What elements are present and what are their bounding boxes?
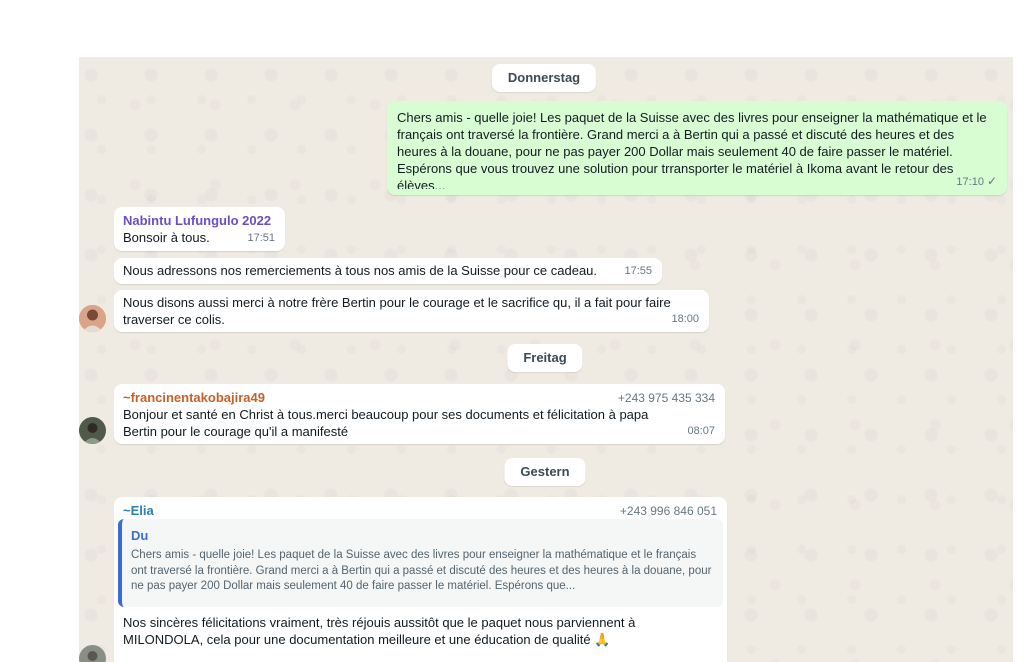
chat-window[interactable]: Donnerstag Chers amis - quelle joie! Les… bbox=[79, 57, 1013, 662]
message-incoming[interactable]: Nabintu Lufungulo 2022 Bonsoir à tous. 1… bbox=[114, 207, 285, 251]
message-incoming[interactable]: Nous adressons nos remerciements à tous … bbox=[114, 258, 662, 284]
avatar-francine bbox=[79, 417, 106, 444]
sender-phone: +243 975 435 334 bbox=[617, 391, 715, 405]
message-time: 17:10 bbox=[956, 176, 984, 188]
quoted-message[interactable]: Du Chers amis - quelle joie! Les paquet … bbox=[118, 519, 723, 607]
avatar[interactable] bbox=[79, 305, 106, 332]
message-text: Nos sincères félicitations vraiment, trè… bbox=[123, 615, 636, 647]
message-incoming[interactable]: ~Elia +243 996 846 051 Du Chers amis - q… bbox=[114, 497, 727, 662]
message-incoming[interactable]: Nous disons aussi merci à notre frère Be… bbox=[114, 290, 709, 332]
message-time: 17:51 bbox=[247, 232, 275, 244]
quote-text: Chers amis - quelle joie! Les paquet de … bbox=[131, 549, 712, 592]
message-time: 17:55 bbox=[624, 265, 652, 277]
message-time: 18:00 bbox=[671, 313, 699, 325]
sender-phone: +243 996 846 051 bbox=[619, 504, 717, 518]
date-separator: Donnerstag bbox=[491, 64, 597, 92]
message-text: Bonjour et santé en Christ à tous.merci … bbox=[123, 407, 649, 439]
message-text: Nous disons aussi merci à notre frère Be… bbox=[123, 295, 671, 327]
message-time: 08:07 bbox=[687, 425, 715, 437]
avatar[interactable] bbox=[79, 645, 106, 662]
avatar-elia bbox=[79, 645, 106, 662]
date-separator: Freitag bbox=[507, 344, 583, 372]
message-incoming[interactable]: ~francinentakobajira49 +243 975 435 334 … bbox=[114, 384, 725, 444]
message-text: Nous adressons nos remerciements à tous … bbox=[123, 263, 598, 278]
check-icon: ✓ bbox=[986, 174, 997, 188]
avatar[interactable] bbox=[79, 417, 106, 444]
quote-author: Du bbox=[131, 528, 149, 543]
message-text: Chers amis - quelle joie! Les paquet de … bbox=[397, 110, 987, 189]
sender-name[interactable]: Nabintu Lufungulo 2022 bbox=[123, 212, 275, 229]
avatar-nabintu bbox=[79, 305, 106, 332]
message-time-wrap: 17:10 ✓ bbox=[956, 173, 997, 191]
message-outgoing[interactable]: Chers amis - quelle joie! Les paquet de … bbox=[387, 101, 1007, 195]
date-separator: Gestern bbox=[504, 458, 586, 486]
